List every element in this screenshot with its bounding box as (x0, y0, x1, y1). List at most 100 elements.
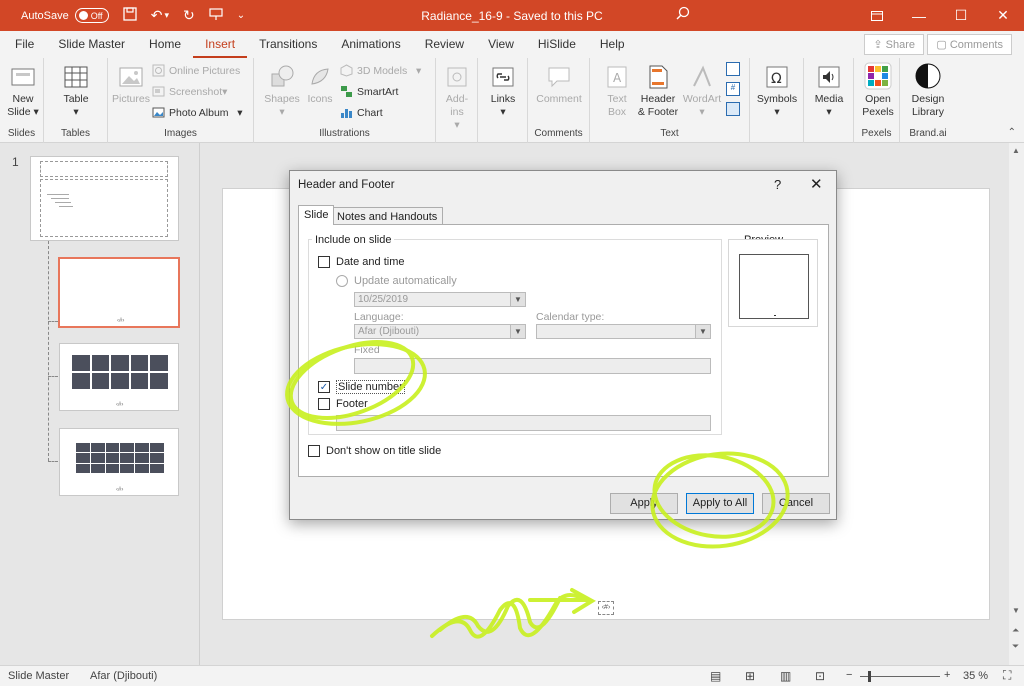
tab-help[interactable]: Help (588, 31, 637, 58)
chevron-down-icon: ▾ (699, 106, 705, 118)
tab-review[interactable]: Review (413, 31, 476, 58)
chevron-down-icon: ▼ (695, 325, 710, 338)
normal-view-icon[interactable]: ▤ (710, 669, 721, 683)
present-icon[interactable] (209, 7, 223, 24)
tab-slide[interactable]: Slide (298, 205, 335, 225)
text-group: A Text Box Header & Footer WordArt ▾ # Te… (590, 58, 750, 143)
wordart-button[interactable]: WordArt ▾ (682, 64, 722, 119)
smartart-label: SmartArt (357, 85, 399, 98)
comments-button[interactable]: ▢ Comments (927, 34, 1012, 55)
reading-view-icon[interactable]: ▥ (780, 669, 791, 683)
symbols-button[interactable]: Ω Symbols ▾ (754, 64, 800, 119)
date-time-checkbox[interactable]: Date and time (318, 256, 404, 268)
tab-slide-master[interactable]: Slide Master (46, 31, 137, 58)
object-icon[interactable] (726, 102, 740, 116)
scroll-up-icon[interactable]: ▲ (1012, 146, 1020, 155)
ribbon-display-icon[interactable] (856, 0, 898, 31)
slide-sorter-icon[interactable]: ⊞ (745, 669, 755, 683)
slide-number-placeholder[interactable]: ‹#› (598, 601, 614, 615)
fixed-radio-label[interactable]: Fixed (354, 344, 380, 356)
collapse-ribbon-icon[interactable]: ⌃ (1008, 127, 1016, 138)
zoom-slider[interactable] (860, 676, 940, 677)
comment-button[interactable]: Comment (532, 64, 586, 106)
table-button[interactable]: Table ▾ (56, 64, 96, 119)
zoom-in-icon[interactable]: + (944, 669, 950, 681)
help-button[interactable]: ? (774, 177, 781, 192)
master-thumbnail[interactable] (30, 156, 179, 241)
undo-icon[interactable]: ↶ (151, 7, 163, 24)
autosave-control[interactable]: AutoSave Off (21, 8, 109, 23)
layout-thumbnail-grid[interactable]: ‹#› (59, 343, 179, 411)
design-library-button[interactable]: Design Library (904, 62, 952, 119)
maximize-icon[interactable]: ☐ (940, 0, 982, 31)
shapes-button[interactable]: Shapes ▾ (262, 64, 302, 119)
tab-home[interactable]: Home (137, 31, 193, 58)
slide-number-icon[interactable]: # (726, 82, 740, 96)
update-automatically-radio[interactable]: Update automatically (336, 275, 457, 287)
zoom-slider-thumb[interactable] (868, 671, 871, 682)
calendar-type-select[interactable]: ▼ (536, 324, 711, 339)
previous-slide-icon[interactable]: ⏶ (1012, 625, 1019, 636)
media-button[interactable]: Media ▾ (808, 64, 850, 119)
tab-transitions[interactable]: Transitions (247, 31, 329, 58)
omega-icon: Ω (766, 66, 788, 88)
status-language[interactable]: Afar (Djibouti) (90, 670, 157, 682)
icons-label: Icons (307, 93, 333, 105)
pictures-button[interactable]: Pictures (110, 64, 152, 106)
layout-thumbnail-selected[interactable]: ‹#› (58, 257, 180, 328)
close-icon[interactable]: ✕ (810, 175, 823, 193)
tab-insert[interactable]: Insert (193, 31, 248, 58)
layout-thumbnail-grid-small[interactable]: ‹#› (59, 428, 179, 496)
search-icon[interactable] (676, 6, 690, 24)
slideshow-icon[interactable]: ⊡ (815, 669, 825, 683)
dont-show-title-checkbox[interactable]: Don't show on title slide (308, 445, 441, 457)
save-icon[interactable] (123, 7, 137, 24)
text-box-button[interactable]: A Text Box (598, 64, 636, 119)
icons-button[interactable]: Icons (302, 64, 338, 106)
tab-hislide[interactable]: HiSlide (526, 31, 588, 58)
slide-number-label: Slide number (336, 380, 405, 394)
online-pictures-button[interactable]: Online Pictures (152, 64, 240, 77)
vertical-scrollbar[interactable]: ▲ ▼ ⏶ ⏷ (1009, 143, 1024, 665)
redo-icon[interactable]: ↻ (183, 7, 195, 24)
apply-to-all-button[interactable]: Apply to All (686, 493, 754, 514)
footer-checkbox[interactable]: Footer (318, 398, 368, 410)
fixed-date-input[interactable] (354, 358, 711, 374)
chevron-down-icon: ▾ (222, 85, 228, 98)
new-slide-button[interactable]: New Slide ▾ (4, 64, 42, 119)
next-slide-icon[interactable]: ⏷ (1012, 641, 1019, 652)
date-format-select[interactable]: 10/25/2019 ▼ (354, 292, 526, 307)
layout-connector (48, 376, 58, 377)
chevron-down-icon[interactable]: ▾ (164, 10, 169, 21)
scroll-down-icon[interactable]: ▼ (1012, 606, 1020, 615)
cancel-button[interactable]: Cancel (762, 493, 830, 514)
tab-animations[interactable]: Animations (329, 31, 412, 58)
tab-file[interactable]: File (0, 31, 46, 58)
tab-notes-and-handouts[interactable]: Notes and Handouts (331, 207, 444, 224)
links-button[interactable]: Links ▾ (484, 64, 522, 119)
screenshot-button[interactable]: Screenshot ▾ (152, 85, 227, 98)
fit-to-window-icon[interactable]: ⛶ (1003, 668, 1011, 683)
share-button[interactable]: ⇪ Share (864, 34, 924, 55)
minimize-icon[interactable]: — (898, 0, 940, 31)
slide-number-checkbox[interactable]: ✓ Slide number (318, 380, 405, 394)
chevron-down-icon: ▾ (826, 106, 832, 118)
date-time-icon[interactable] (726, 62, 740, 76)
apply-button[interactable]: Apply (610, 493, 678, 514)
header-footer-button[interactable]: Header & Footer (636, 64, 680, 119)
language-select[interactable]: Afar (Djibouti) ▼ (354, 324, 526, 339)
footer-input[interactable] (336, 415, 711, 431)
customize-toolbar-icon[interactable]: ⌄ (237, 10, 245, 21)
tab-view[interactable]: View (476, 31, 526, 58)
zoom-out-icon[interactable]: − (846, 669, 852, 681)
autosave-toggle[interactable]: Off (74, 8, 109, 23)
photo-album-button[interactable]: Photo Album ▾ (152, 106, 243, 119)
chevron-down-icon: ▾ (73, 106, 79, 118)
zoom-level[interactable]: 35 % (963, 670, 988, 682)
open-pexels-button[interactable]: Open Pexels (858, 62, 898, 119)
smartart-button[interactable]: SmartArt (340, 85, 398, 98)
chart-button[interactable]: Chart (340, 106, 383, 119)
close-icon[interactable]: ✕ (982, 0, 1024, 31)
3d-models-button[interactable]: 3D Models ▾ (340, 64, 421, 77)
addins-button[interactable]: Add-ins ▾ (440, 64, 474, 132)
